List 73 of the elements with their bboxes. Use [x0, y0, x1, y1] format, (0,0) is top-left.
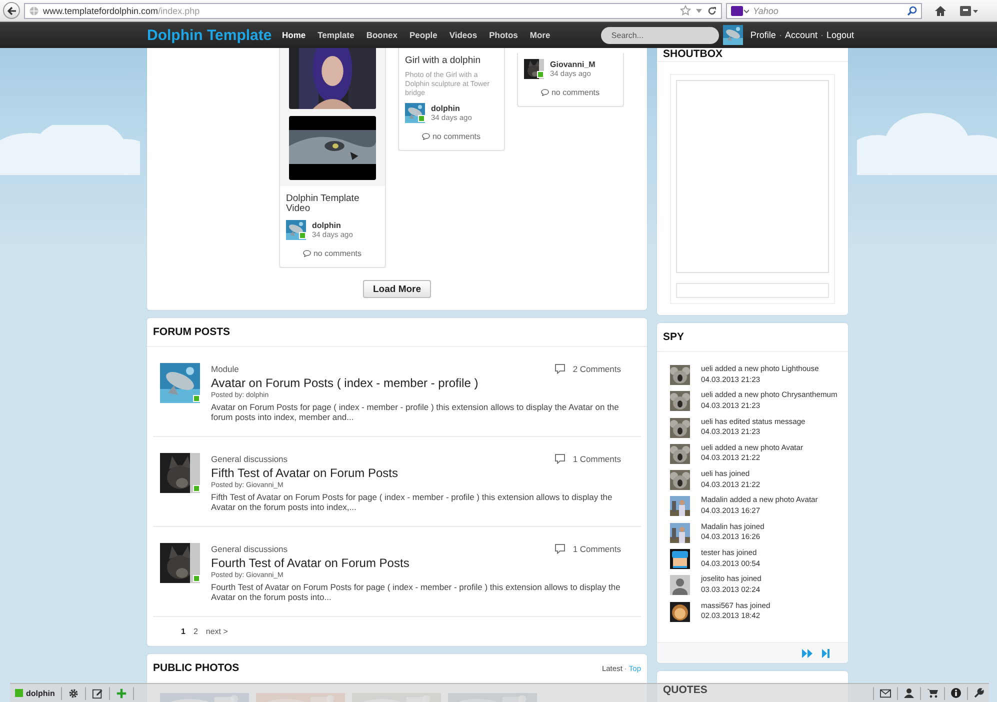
- author-name[interactable]: dolphin: [431, 104, 472, 113]
- post-category[interactable]: General discussions: [211, 544, 288, 554]
- fast-forward-icon[interactable]: [802, 648, 813, 658]
- separator: ·: [820, 30, 824, 40]
- user-menu-link[interactable]: Profile: [750, 30, 776, 40]
- user-menu-link[interactable]: Account: [784, 30, 818, 40]
- post-title[interactable]: Fourth Test of Avatar on Forum Posts: [211, 556, 621, 571]
- post-excerpt: Avatar on Forum Posts for page ( index - member - profile ) this extension allows to display the Avatar on the forum posts into index, member and...: [211, 402, 620, 422]
- wrench-icon[interactable]: [974, 688, 984, 698]
- comment-icon: [554, 364, 565, 374]
- nav-link[interactable]: Template: [318, 30, 354, 40]
- globe-icon: [29, 6, 39, 16]
- bookmarks-icon[interactable]: [959, 4, 979, 16]
- comments-count[interactable]: 1 Comments: [572, 454, 621, 464]
- section-title: SPY: [663, 331, 684, 343]
- next-page-link[interactable]: next >: [206, 627, 228, 636]
- person-icon[interactable]: [904, 688, 914, 698]
- cart-icon[interactable]: [927, 688, 938, 698]
- settings-icon[interactable]: [68, 688, 79, 698]
- comment-icon: [303, 250, 312, 257]
- nav-link[interactable]: Videos: [449, 30, 478, 40]
- back-button[interactable]: [3, 2, 20, 19]
- section-title: FORUM POSTS: [153, 326, 230, 338]
- star-icon[interactable]: [680, 5, 691, 16]
- comment-icon: [554, 454, 565, 464]
- home-icon[interactable]: [934, 4, 947, 16]
- user-menu-link[interactable]: Logout: [826, 30, 854, 40]
- skip-to-end-icon[interactable]: [822, 648, 830, 658]
- video-title[interactable]: Dolphin Template Video: [280, 186, 385, 214]
- comment-icon: [541, 89, 550, 96]
- comment-icon: [422, 133, 430, 140]
- section-title: SHOUTBOX: [663, 48, 723, 60]
- comments-count[interactable]: 1 Comments: [572, 544, 621, 554]
- post-category[interactable]: Module: [211, 364, 239, 374]
- author-name[interactable]: Giovanni_M: [550, 60, 596, 69]
- post-category[interactable]: General discussions: [211, 454, 288, 464]
- photo-title[interactable]: Girl with a dolphin: [399, 48, 504, 66]
- comments-count[interactable]: 2 Comments: [572, 364, 621, 374]
- page-link[interactable]: 1: [181, 627, 186, 636]
- nav-link[interactable]: Home: [282, 30, 306, 40]
- edit-icon[interactable]: [92, 688, 103, 698]
- load-more-button[interactable]: Load More: [362, 280, 432, 298]
- site-logo[interactable]: Dolphin Template: [147, 26, 282, 44]
- mail-icon[interactable]: [880, 688, 891, 698]
- comment-icon: [554, 544, 565, 554]
- comments-link[interactable]: no comments: [551, 88, 600, 97]
- search-field[interactable]: Search...: [601, 26, 720, 44]
- post-title[interactable]: Avatar on Forum Posts ( index - member - profile ): [211, 376, 621, 391]
- message-input[interactable]: [676, 283, 829, 298]
- user-name[interactable]: dolphin: [26, 688, 55, 698]
- dropdown-caret-icon[interactable]: [695, 6, 703, 14]
- search-field[interactable]: Yahoo: [726, 2, 922, 18]
- page-link[interactable]: 2: [193, 627, 198, 636]
- post-excerpt: Fourth Test of Avatar on Forum Posts for page ( index - member - profile ) this extension allows to display the Avatar on the forum posts into...: [211, 582, 621, 602]
- search-icon[interactable]: [907, 6, 917, 16]
- author-name[interactable]: dolphin: [312, 220, 353, 230]
- back-arrow-icon: [6, 6, 16, 16]
- reload-icon[interactable]: [707, 6, 717, 16]
- search-engine-icon: [731, 6, 749, 16]
- section-title: QUOTES: [663, 684, 708, 696]
- url-text: www.templatefordolphin.com/index.php: [43, 6, 200, 16]
- address-bar[interactable]: www.templatefordolphin.com/index.php: [24, 2, 722, 18]
- nav-link[interactable]: People: [409, 30, 438, 40]
- section-title: PUBLIC PHOTOS: [153, 662, 240, 674]
- comments-link[interactable]: no comments: [432, 132, 481, 141]
- post-excerpt: Fifth Test of Avatar on Forum Posts for page ( index - member - profile ) this extension allows to display the Avatar on the forum posts into index,...: [211, 492, 614, 512]
- nav-link[interactable]: Boonex: [366, 30, 398, 40]
- comments-link[interactable]: no comments: [313, 249, 362, 258]
- nav-link[interactable]: More: [530, 30, 550, 40]
- post-title[interactable]: Fifth Test of Avatar on Forum Posts: [211, 466, 621, 481]
- nav-link[interactable]: Photos: [489, 30, 518, 40]
- separator: ·: [778, 30, 782, 40]
- info-icon[interactable]: [951, 688, 961, 698]
